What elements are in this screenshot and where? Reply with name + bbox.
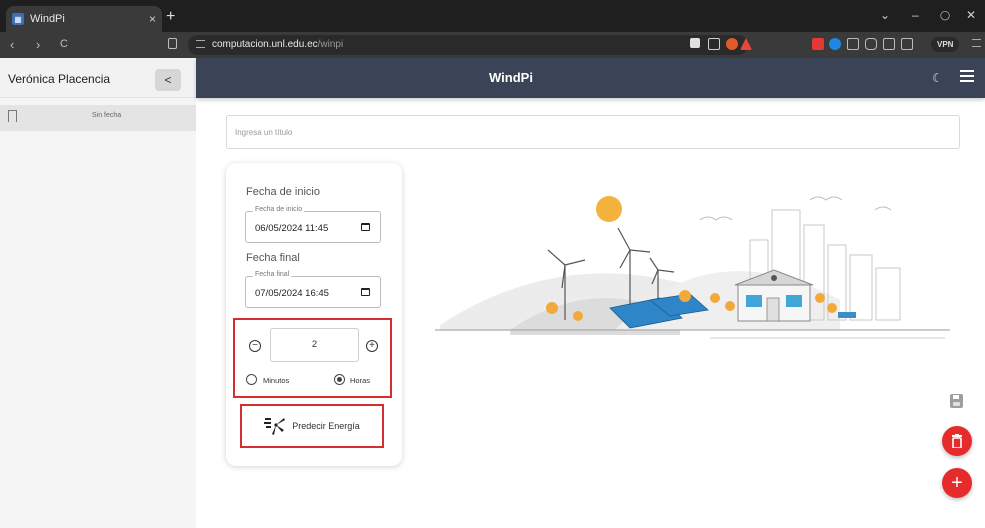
radio-minutos[interactable] bbox=[246, 374, 257, 385]
browser-menu-icon[interactable] bbox=[972, 39, 981, 47]
forward-icon[interactable]: › bbox=[36, 37, 40, 52]
minimize-icon[interactable]: – bbox=[912, 8, 919, 22]
end-date-legend: Fecha final bbox=[253, 271, 292, 278]
radio-horas[interactable] bbox=[334, 374, 345, 385]
end-date-value: 07/05/2024 16:45 bbox=[255, 288, 329, 299]
wallet-icon[interactable] bbox=[901, 38, 913, 50]
entry-date: Sin fecha bbox=[92, 112, 122, 119]
title-input[interactable] bbox=[226, 115, 960, 149]
renewable-energy-illustration bbox=[435, 196, 950, 339]
start-date-value: 06/05/2024 11:45 bbox=[255, 223, 329, 234]
wind-energy-icon bbox=[264, 418, 286, 435]
new-tab-button[interactable]: + bbox=[166, 8, 175, 26]
bookmark-page-icon[interactable] bbox=[168, 38, 177, 49]
delete-icon bbox=[952, 434, 962, 448]
user-name: Verónica Placencia bbox=[8, 72, 111, 86]
add-icon: + bbox=[951, 472, 963, 494]
predict-energy-button[interactable]: Predecir Energía bbox=[243, 407, 381, 445]
radio-minutos-label: Minutos bbox=[263, 376, 290, 385]
bookmark-icon bbox=[8, 110, 17, 122]
url-text[interactable]: computacion.unl.edu.ec/winpi bbox=[212, 39, 343, 50]
menu-icon[interactable] bbox=[960, 70, 974, 82]
add-button[interactable]: + bbox=[942, 468, 972, 498]
calendar-icon[interactable] bbox=[361, 223, 370, 231]
vpn-button[interactable]: VPN bbox=[931, 37, 960, 52]
url-path: /winpi bbox=[317, 39, 344, 50]
reload-icon[interactable]: C bbox=[60, 38, 68, 50]
tab-title: WindPi bbox=[30, 13, 65, 25]
radio-horas-label: Horas bbox=[350, 376, 371, 385]
browser-tab[interactable]: ▦ WindPi × bbox=[6, 6, 162, 32]
share-icon[interactable] bbox=[708, 38, 720, 50]
start-date-legend: Fecha de inicio bbox=[253, 206, 305, 213]
windpi-favicon: ▦ bbox=[12, 13, 24, 25]
tab-search-icon[interactable]: ⌄ bbox=[880, 8, 890, 22]
save-icon[interactable] bbox=[950, 394, 963, 408]
extensions-puzzle-icon[interactable] bbox=[865, 38, 877, 50]
extension-m-icon[interactable] bbox=[812, 38, 824, 50]
start-date-label: Fecha de inicio bbox=[246, 186, 320, 198]
sidebar bbox=[0, 98, 196, 528]
interval-value-input[interactable]: 2 bbox=[270, 328, 359, 362]
restore-icon[interactable]: ◯ bbox=[940, 10, 950, 21]
close-window-icon[interactable]: ✕ bbox=[966, 8, 976, 22]
predict-button-label: Predecir Energía bbox=[292, 421, 360, 431]
theme-icon[interactable]: ☾ bbox=[932, 71, 943, 85]
calendar-icon[interactable] bbox=[361, 288, 370, 296]
delete-button[interactable] bbox=[942, 426, 972, 456]
brave-shields-icon[interactable] bbox=[726, 38, 738, 50]
minus-circle-icon[interactable]: − bbox=[249, 340, 261, 352]
tab-close-icon[interactable]: × bbox=[149, 12, 156, 26]
extension-g-icon[interactable] bbox=[829, 38, 841, 50]
plus-circle-icon[interactable]: + bbox=[366, 340, 378, 352]
collapse-sidebar-button[interactable]: < bbox=[155, 69, 181, 91]
site-settings-icon[interactable] bbox=[196, 40, 205, 48]
translate-icon[interactable] bbox=[690, 38, 700, 48]
back-icon[interactable]: ‹ bbox=[10, 37, 14, 52]
sidebar-toggle-icon[interactable] bbox=[883, 38, 895, 50]
extension-box-icon[interactable] bbox=[847, 38, 859, 50]
vpn-label: VPN bbox=[937, 40, 954, 49]
end-date-label: Fecha final bbox=[246, 252, 300, 264]
app-title: WindPi bbox=[489, 70, 533, 85]
url-host: computacion.unl.edu.ec bbox=[212, 39, 318, 50]
